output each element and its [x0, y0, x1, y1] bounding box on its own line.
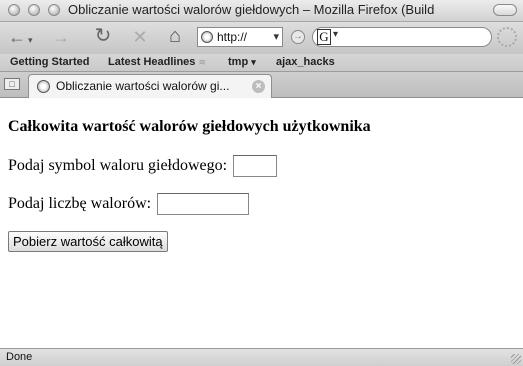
- close-window-button[interactable]: [8, 4, 20, 16]
- bookmark-ajax-hacks[interactable]: ajax_hacks: [276, 56, 335, 68]
- window-title: Obliczanie wartości walorów giełdowych –…: [68, 2, 435, 17]
- tab-label: Obliczanie wartości walorów gi...: [56, 79, 230, 93]
- navigation-toolbar: ← ▾ → ↻ ✕ ⌂ http:// ▾ → G ▾: [0, 22, 523, 54]
- zoom-window-button[interactable]: [48, 4, 60, 16]
- back-arrow-icon[interactable]: ←: [6, 27, 28, 47]
- throbber-icon: [497, 27, 517, 47]
- list-all-tabs-icon[interactable]: □: [4, 78, 20, 90]
- folder-dropdown-icon: ▾: [251, 57, 256, 67]
- resize-grip-icon[interactable]: [511, 354, 521, 364]
- page-content: Całkowita wartość walorów giełdowych uży…: [0, 98, 523, 348]
- google-icon[interactable]: G: [317, 29, 331, 45]
- forward-arrow-icon[interactable]: →: [50, 27, 72, 47]
- quantity-label: Podaj liczbę walorów:: [8, 195, 152, 212]
- address-bar-text: http://: [217, 30, 248, 44]
- bookmark-folder-tmp[interactable]: tmp ▾: [228, 56, 256, 68]
- symbol-input[interactable]: [233, 155, 278, 177]
- symbol-row: Podaj symbol waloru giełdowego:: [8, 155, 278, 177]
- go-arrow-icon[interactable]: →: [291, 30, 305, 44]
- tab-strip: □ Obliczanie wartości walorów gi... ×: [0, 72, 523, 98]
- bookmark-getting-started[interactable]: Getting Started: [10, 56, 89, 68]
- page-title: Całkowita wartość walorów giełdowych uży…: [8, 118, 371, 135]
- globe-icon: [201, 31, 213, 43]
- window-title-bar: Obliczanie wartości walorów giełdowych –…: [0, 0, 523, 22]
- search-engine-dropdown-icon[interactable]: ▾: [333, 29, 338, 40]
- status-bar: Done: [0, 348, 523, 366]
- rss-feed-icon: ≋: [198, 57, 207, 67]
- globe-icon: [37, 80, 50, 93]
- get-total-value-button[interactable]: Pobierz wartość całkowitą: [8, 231, 168, 252]
- back-history-dropdown-icon[interactable]: ▾: [28, 30, 33, 50]
- bookmark-latest-headlines-label: Latest Headlines: [108, 56, 196, 68]
- search-input[interactable]: G ▾: [312, 27, 492, 47]
- bookmark-folder-tmp-label: tmp: [228, 56, 249, 68]
- tab-active[interactable]: Obliczanie wartości walorów gi... ×: [28, 74, 272, 98]
- bookmark-latest-headlines[interactable]: Latest Headlines ≋: [108, 56, 206, 68]
- status-text: Done: [6, 351, 33, 363]
- address-bar[interactable]: http:// ▾: [197, 27, 283, 47]
- toolbar-toggle-button[interactable]: [493, 4, 517, 16]
- symbol-label: Podaj symbol waloru giełdowego:: [8, 157, 228, 174]
- reload-icon[interactable]: ↻: [92, 26, 114, 46]
- quantity-row: Podaj liczbę walorów:: [8, 193, 250, 215]
- minimize-window-button[interactable]: [28, 4, 40, 16]
- home-icon[interactable]: ⌂: [164, 26, 186, 46]
- bookmarks-toolbar: Getting Started Latest Headlines ≋ tmp ▾…: [0, 54, 523, 72]
- stop-icon[interactable]: ✕: [129, 27, 151, 47]
- quantity-input[interactable]: [157, 193, 250, 215]
- close-icon[interactable]: ×: [252, 80, 265, 93]
- address-dropdown-icon[interactable]: ▾: [273, 28, 279, 46]
